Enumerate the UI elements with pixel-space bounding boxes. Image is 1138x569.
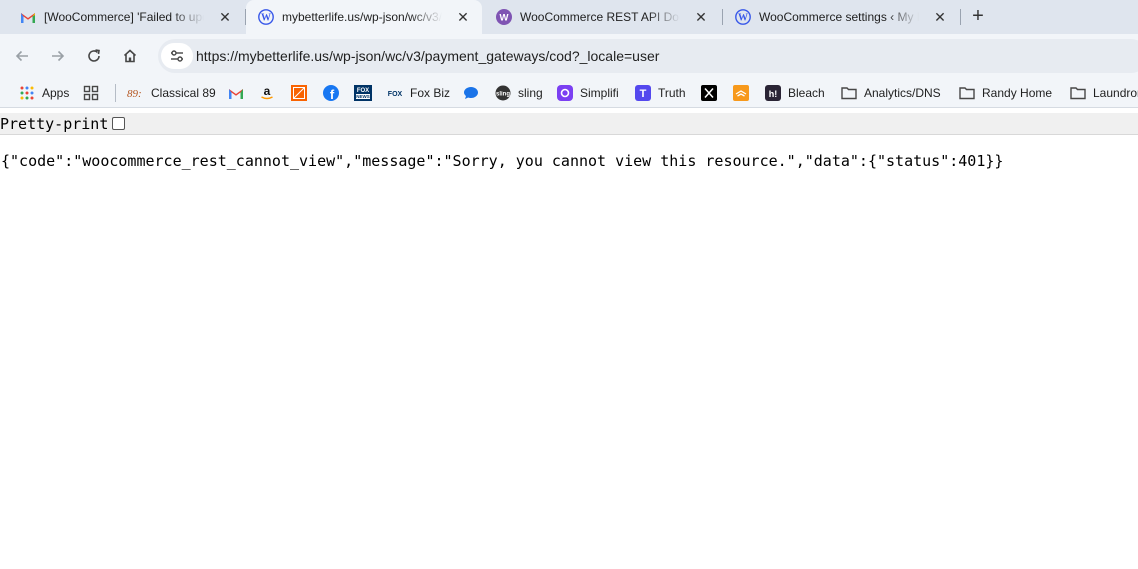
- bookmark-home-depot[interactable]: [290, 82, 308, 104]
- folder-icon: [1069, 84, 1087, 102]
- apps-grid-icon: [18, 84, 36, 102]
- tab-separator: [960, 9, 961, 25]
- bookmark-label: Truth: [658, 86, 686, 100]
- address-bar[interactable]: https://mybetterlife.us/wp-json/wc/v3/pa…: [158, 39, 1138, 73]
- folder-icon: [840, 84, 858, 102]
- svg-text:NEWS: NEWS: [356, 94, 370, 99]
- bookmark-label: Analytics/DNS: [864, 86, 941, 100]
- svg-text:89:: 89:: [127, 88, 142, 100]
- home-button[interactable]: [116, 42, 144, 70]
- bookmark-label: Randy Home: [982, 86, 1053, 100]
- bookmark-truth[interactable]: T Truth: [634, 82, 686, 104]
- new-tab-button[interactable]: +: [966, 4, 990, 28]
- tab-strip: [WooCommerce] 'Failed to update ✕ W mybe…: [0, 0, 1138, 34]
- pretty-print-bar: Pretty-print: [0, 113, 1138, 135]
- x-icon: [700, 84, 718, 102]
- simplifi-icon: [556, 84, 574, 102]
- bookmark-label: Simplifi: [580, 86, 619, 100]
- classical89-icon: 89:: [127, 84, 145, 102]
- home-icon: [123, 49, 137, 63]
- close-icon[interactable]: ✕: [454, 8, 472, 26]
- bookmark-chat[interactable]: [462, 82, 480, 104]
- bookmark-apps[interactable]: Apps: [18, 82, 69, 104]
- svg-text:W: W: [500, 13, 509, 24]
- tab-active-wp-json[interactable]: W mybetterlife.us/wp-json/wc/v3/payment_…: [246, 0, 482, 34]
- bookmark-label: Apps: [42, 86, 70, 100]
- pretty-print-checkbox[interactable]: [112, 117, 126, 130]
- bookmark-label: Fox Biz: [410, 86, 451, 100]
- svg-text:T: T: [640, 88, 647, 100]
- bookmark-fox-business[interactable]: FOX Fox Biz: [386, 82, 450, 104]
- gmail-icon: [20, 9, 36, 25]
- svg-text:FOX: FOX: [388, 91, 403, 98]
- tab-title: [WooCommerce] 'Failed to update: [44, 10, 204, 24]
- pretty-print-label: Pretty-print: [0, 114, 109, 133]
- amazon-icon: a: [258, 84, 276, 102]
- bookmark-audible[interactable]: [732, 82, 750, 104]
- bookmark-divider: [115, 84, 116, 102]
- tab-title: WooCommerce settings ‹ My Better Life: [759, 10, 919, 24]
- tab-title: mybetterlife.us/wp-json/wc/v3/payment_ga…: [282, 10, 442, 24]
- svg-text:sling: sling: [496, 92, 510, 98]
- svg-text:W: W: [261, 13, 271, 24]
- url-text[interactable]: https://mybetterlife.us/wp-json/wc/v3/pa…: [196, 48, 659, 64]
- bookmark-label: Laundromat: [1093, 86, 1138, 100]
- reload-icon: [88, 49, 100, 62]
- bookmark-folder-analytics[interactable]: Analytics/DNS: [840, 82, 941, 104]
- bookmark-label: Bleach: [788, 86, 825, 100]
- bookmark-facebook[interactable]: f: [322, 82, 340, 104]
- hianime-icon: h!: [764, 84, 782, 102]
- reload-button[interactable]: [80, 42, 108, 70]
- home-depot-icon: [290, 84, 308, 102]
- tab-groups-icon: [82, 84, 100, 102]
- truth-social-icon: T: [634, 84, 652, 102]
- bookmark-tab-groups[interactable]: [82, 82, 100, 104]
- fox-business-icon: FOX: [386, 84, 404, 102]
- folder-icon: [958, 84, 976, 102]
- bookmark-amazon[interactable]: a: [258, 82, 276, 104]
- bookmark-sling[interactable]: sling sling: [494, 82, 543, 104]
- bookmark-fox-news[interactable]: FOX NEWS: [354, 82, 372, 104]
- bookmark-folder-randy-home[interactable]: Randy Home: [958, 82, 1052, 104]
- back-button[interactable]: [8, 42, 36, 70]
- wordpress-icon: W: [258, 9, 274, 25]
- tab-woo-docs[interactable]: W WooCommerce REST API Documentation ✕: [484, 0, 720, 34]
- sling-icon: sling: [494, 84, 512, 102]
- audible-icon: [732, 84, 750, 102]
- woo-icon: W: [496, 9, 512, 25]
- bookmark-simplifi[interactable]: Simplifi: [556, 82, 619, 104]
- json-response-text: {"code":"woocommerce_rest_cannot_view","…: [1, 152, 1004, 170]
- svg-text:f: f: [330, 87, 335, 101]
- chat-bubble-icon: [462, 84, 480, 102]
- svg-text:h!: h!: [769, 89, 778, 99]
- fox-news-icon: FOX NEWS: [354, 84, 372, 102]
- facebook-icon: f: [322, 84, 340, 102]
- bookmarks-bar: Apps 89: Classical 89 a f FOX NEWS FOX F…: [0, 78, 1138, 108]
- svg-text:FOX: FOX: [357, 88, 369, 94]
- bookmark-x[interactable]: [700, 82, 718, 104]
- gmail-icon: [227, 84, 245, 102]
- bookmark-label: Classical 89: [151, 86, 216, 100]
- forward-arrow-icon: [52, 50, 65, 62]
- wordpress-icon: W: [735, 9, 751, 25]
- close-icon[interactable]: ✕: [692, 8, 710, 26]
- bookmark-bleach[interactable]: h! Bleach: [764, 82, 825, 104]
- tab-woo-settings[interactable]: W WooCommerce settings ‹ My Better Life …: [723, 0, 959, 34]
- svg-text:W: W: [738, 13, 748, 24]
- back-arrow-icon: [15, 50, 28, 62]
- bookmark-classical-89[interactable]: 89: Classical 89: [127, 82, 216, 104]
- tab-title: WooCommerce REST API Documentation: [520, 10, 680, 24]
- browser-toolbar: https://mybetterlife.us/wp-json/wc/v3/pa…: [0, 34, 1138, 78]
- bookmark-gmail[interactable]: [227, 82, 245, 104]
- forward-button[interactable]: [44, 42, 72, 70]
- svg-text:a: a: [264, 85, 271, 98]
- bookmark-folder-laundromat[interactable]: Laundromat: [1069, 82, 1138, 104]
- tab-gmail[interactable]: [WooCommerce] 'Failed to update ✕: [8, 0, 244, 34]
- close-icon[interactable]: ✕: [216, 8, 234, 26]
- bookmark-label: sling: [518, 86, 543, 100]
- close-icon[interactable]: ✕: [931, 8, 949, 26]
- site-info-icon[interactable]: [161, 43, 193, 69]
